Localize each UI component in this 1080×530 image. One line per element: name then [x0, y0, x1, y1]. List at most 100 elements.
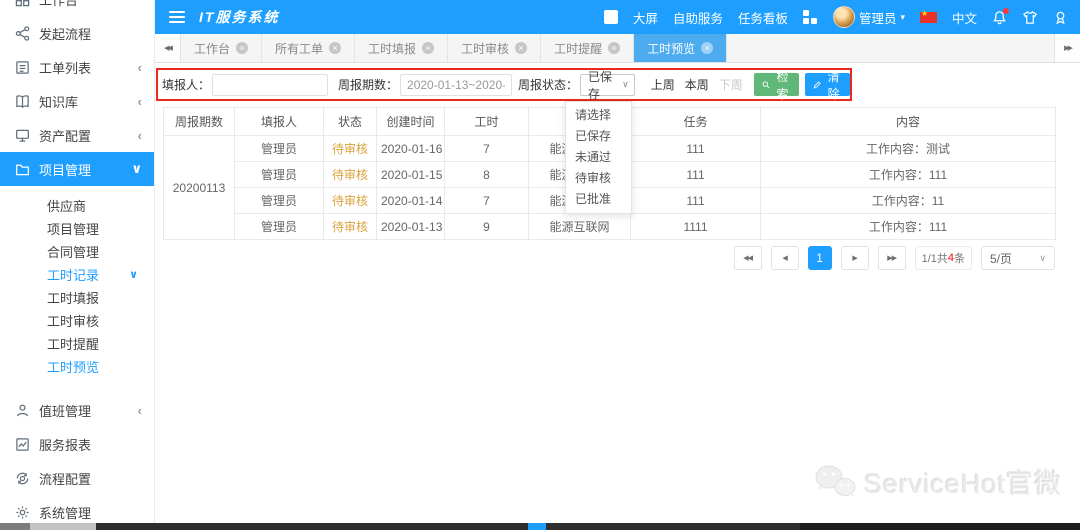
sidebar-item-label: 流程配置 — [39, 469, 142, 488]
first-page-button[interactable]: ◀◀ — [734, 246, 762, 270]
tab-close-icon[interactable]: × — [329, 42, 341, 54]
wechat-icon — [812, 463, 858, 501]
last-page-button[interactable]: ▶▶ — [878, 246, 906, 270]
chart-icon — [14, 436, 30, 452]
tab-close-icon[interactable]: × — [701, 42, 713, 54]
caret-down-icon: ▾ — [900, 12, 905, 23]
sidebar-item-system-management[interactable]: 系统管理 — [0, 495, 154, 523]
sidebar-subitem-supplier[interactable]: 供应商 — [0, 194, 154, 217]
sidebar-item-label: 工作台 — [39, 0, 142, 9]
clear-button[interactable]: 清除 — [805, 73, 850, 96]
sidebar-subitem-timesheet-record[interactable]: 工时记录∨ — [0, 263, 154, 286]
sidebar-item-service-report[interactable]: 服务报表 — [0, 427, 154, 461]
col-status: 状态 — [324, 108, 377, 136]
watermark: ServiceHot官微 — [812, 462, 1062, 501]
tabs-scroll-left-icon[interactable]: ◀◀ — [155, 34, 181, 62]
period-label: 周报期数： — [338, 76, 398, 93]
tab-close-icon[interactable]: × — [236, 42, 248, 54]
status-select[interactable]: 已保存 ∨ — [580, 74, 635, 96]
tabs-scroll-right-icon[interactable]: ▶▶ — [1054, 34, 1080, 62]
sidebar-subitem-contract-management[interactable]: 合同管理 — [0, 240, 154, 263]
this-week-link[interactable]: 本周 — [685, 76, 709, 93]
chevron-left-icon: ‹ — [138, 128, 142, 143]
bottom-taskbar-strip — [0, 523, 1080, 530]
last-week-link[interactable]: 上周 — [651, 76, 675, 93]
tab-bar: ◀◀ 工作台 × 所有工单 × 工时填报 × 工时审核 × 工时提醒 × 工时预… — [155, 34, 1080, 63]
ticket-list-icon — [14, 59, 30, 75]
china-flag-icon[interactable]: ★ — [920, 12, 937, 23]
nav-task-board[interactable]: 任务看板 — [738, 8, 788, 27]
dropdown-option-rejected[interactable]: 未通过 — [566, 147, 631, 168]
sidebar-subitem-timesheet-review[interactable]: 工时审核 — [0, 309, 154, 332]
hamburger-menu-icon[interactable] — [169, 8, 185, 26]
sidebar: 工作台 发起流程 工单列表 ‹ 知识库 ‹ — [0, 0, 155, 523]
sidebar-item-duty-management[interactable]: 值班管理 ‹ — [0, 393, 154, 427]
chevron-down-icon: ∨ — [131, 161, 142, 177]
status-dropdown-panel: 请选择 已保存 未通过 待审核 已批准 — [565, 101, 632, 214]
top-header-bar: IT服务系统 大屏 自助服务 任务看板 管理员 ▾ ★ 中文 — [155, 0, 1080, 34]
chevron-down-icon: ∨ — [1039, 253, 1046, 264]
sidebar-item-process-config[interactable]: 流程配置 — [0, 461, 154, 495]
person-icon — [14, 402, 30, 418]
theme-tshirt-icon[interactable] — [1022, 10, 1038, 25]
sidebar-item-launch-flow[interactable]: 发起流程 — [0, 16, 154, 50]
sidebar-subitem-timesheet-remind[interactable]: 工时提醒 — [0, 332, 154, 355]
tab-timesheet-remind[interactable]: 工时提醒 × — [541, 34, 634, 62]
status-badge: 待审核 — [324, 136, 377, 162]
notification-bell-icon[interactable] — [992, 10, 1007, 25]
project-submenu: 供应商 项目管理 合同管理 工时记录∨ 工时填报 工时审核 工时提醒 工时预览 — [0, 186, 154, 380]
monitor-icon — [14, 127, 30, 143]
fullscreen-icon[interactable] — [604, 10, 618, 24]
sidebar-item-label: 资产配置 — [39, 126, 138, 145]
sidebar-item-asset-config[interactable]: 资产配置 ‹ — [0, 118, 154, 152]
dropdown-option-approved[interactable]: 已批准 — [566, 189, 631, 210]
next-week-link: 下周 — [719, 76, 743, 93]
tab-timesheet-fill[interactable]: 工时填报 × — [355, 34, 448, 62]
prev-page-button[interactable]: ◀ — [771, 246, 799, 270]
reporter-input[interactable] — [212, 74, 328, 96]
dropdown-option-pending[interactable]: 待审核 — [566, 168, 631, 189]
chevron-down-icon: ∨ — [622, 79, 629, 90]
avatar — [833, 6, 855, 28]
app-grid-icon[interactable] — [803, 10, 818, 25]
tab-workbench[interactable]: 工作台 × — [181, 34, 262, 62]
dropdown-option-please-select[interactable]: 请选择 — [566, 105, 631, 126]
nav-self-service[interactable]: 自助服务 — [673, 8, 723, 27]
dropdown-option-saved[interactable]: 已保存 — [566, 126, 631, 147]
tab-timesheet-preview[interactable]: 工时预览 × — [634, 34, 727, 62]
col-content: 内容 — [761, 108, 1056, 136]
sidebar-item-workbench[interactable]: 工作台 — [0, 0, 154, 16]
chevron-down-icon: ∨ — [129, 268, 138, 281]
sidebar-item-project-management[interactable]: 项目管理 ∨ — [0, 152, 154, 186]
chevron-left-icon: ‹ — [138, 403, 142, 418]
language-switch[interactable]: 中文 — [952, 8, 977, 27]
medal-icon[interactable] — [1053, 10, 1068, 25]
app-title: IT服务系统 — [199, 7, 279, 27]
sidebar-item-label: 工单列表 — [39, 58, 138, 77]
sidebar-item-label: 知识库 — [39, 92, 138, 111]
col-created: 创建时间 — [377, 108, 445, 136]
page-size-select[interactable]: 5/页 ∨ — [981, 246, 1055, 270]
tab-close-icon[interactable]: × — [515, 42, 527, 54]
current-page-button[interactable]: 1 — [808, 246, 832, 270]
sidebar-subitem-project-management[interactable]: 项目管理 — [0, 217, 154, 240]
user-menu[interactable]: 管理员 ▾ — [833, 6, 905, 28]
tab-timesheet-review[interactable]: 工时审核 × — [448, 34, 541, 62]
nav-big-screen[interactable]: 大屏 — [633, 8, 658, 27]
period-input[interactable] — [400, 74, 512, 96]
next-page-button[interactable]: ▶ — [841, 246, 869, 270]
sidebar-subitem-timesheet-fill[interactable]: 工时填报 — [0, 286, 154, 309]
table-row[interactable]: 管理员 待审核 2020-01-13 9 能源互联网 1111 工作内容：111 — [164, 214, 1056, 240]
sidebar-item-ticket-list[interactable]: 工单列表 ‹ — [0, 50, 154, 84]
sidebar-item-knowledge-base[interactable]: 知识库 ‹ — [0, 84, 154, 118]
chevron-left-icon: ‹ — [138, 60, 142, 75]
tab-close-icon[interactable]: × — [422, 42, 434, 54]
col-task: 任务 — [631, 108, 761, 136]
search-button[interactable]: 检索 — [754, 73, 799, 96]
tab-close-icon[interactable]: × — [608, 42, 620, 54]
sidebar-subitem-timesheet-preview[interactable]: 工时预览 — [0, 355, 154, 378]
app-window: 工作台 发起流程 工单列表 ‹ 知识库 ‹ — [0, 0, 1080, 530]
tab-all-tickets[interactable]: 所有工单 × — [262, 34, 355, 62]
workbench-grid-icon — [14, 0, 30, 7]
book-icon — [14, 93, 30, 109]
